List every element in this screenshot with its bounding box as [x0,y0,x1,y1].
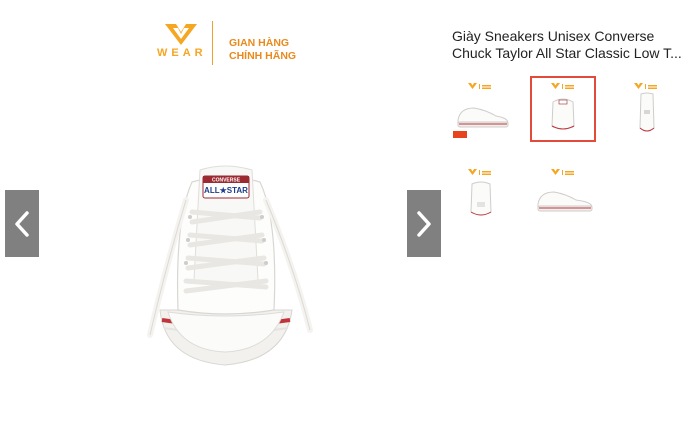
shoe-pair-thumbnail [537,191,593,212]
shoe-label-bottom: ALL★STAR [204,186,248,195]
thumbnail-front-view[interactable] [530,76,596,142]
brand-tagline-line2: CHÍNH HÃNG [229,50,297,62]
wear-logo-mark-icon [165,24,197,45]
thumbnail-heel-view[interactable] [447,162,513,228]
wear-logo-small-icon [468,83,491,89]
next-image-button[interactable] [407,190,441,257]
wear-logo-small-icon [634,83,657,89]
brand-header: WEAR GIAN HÀNG CHÍNH HÃNG [157,20,307,66]
wear-logo: WEAR [157,20,205,66]
brand-divider [212,21,213,65]
brand-name: WEAR [157,47,207,59]
wear-logo-small-icon [468,169,491,175]
chevron-right-icon [417,210,431,237]
shoe-front-image: CONVERSE ALL★STAR [147,165,313,366]
brand-tagline-line1: GIAN HÀNG [229,37,290,49]
shoe-front-thumbnail [551,98,575,130]
thumbnail-pair-view[interactable] [530,162,596,228]
shoe-side-thumbnail [457,107,509,128]
product-title: Giày Sneakers Unisex Converse Chuck Tayl… [452,28,696,62]
product-title-line2: Chuck Taylor All Star Classic Low T... [452,45,682,61]
wear-logo-small-icon [551,83,574,89]
chevron-left-icon [15,210,29,237]
shoe-back-thumbnail [639,92,655,132]
thumbnail-back-view[interactable] [613,76,679,142]
main-product-image: WEAR GIAN HÀNG CHÍNH HÃNG CONVERSE ALL★S… [0,0,440,447]
previous-image-button[interactable] [5,190,39,257]
wear-logo-small-icon [551,169,574,175]
shoe-label-top: CONVERSE [212,178,241,184]
brand-tagline: GIAN HÀNG CHÍNH HÃNG [229,37,296,63]
product-title-line1: Giày Sneakers Unisex Converse [452,28,655,44]
promo-badge [453,131,467,138]
thumbnail-side-view[interactable] [447,76,513,142]
shoe-heel-thumbnail [470,181,492,216]
